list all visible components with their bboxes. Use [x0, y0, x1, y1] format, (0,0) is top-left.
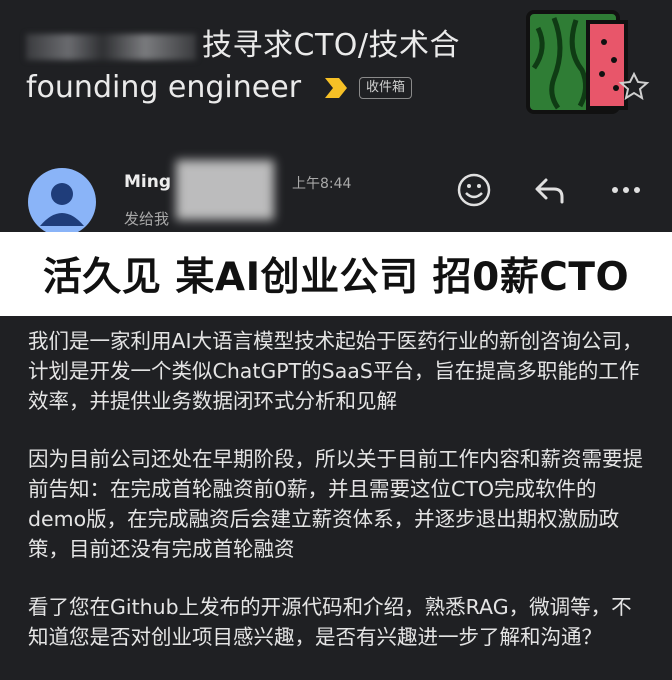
subject-text-1: 技寻求CTO/技术合 [202, 28, 460, 63]
banner-text: 活久见 某AI创业公司 招0薪CTO [42, 255, 630, 300]
sender-name[interactable]: Ming [124, 172, 171, 192]
body-paragraph-3: 看了您在Github上发布的开源代码和介绍，熟悉RAG，微调等，不知道您是否对创… [28, 595, 632, 649]
body-paragraph-2: 因为目前公司还处在早期阶段，所以关于目前工作内容和薪资需要提前告知：在完成首轮融… [28, 447, 643, 561]
body-paragraph-1: 我们是一家利用AI大语言模型技术起始于医药行业的新创咨询公司，计划是开发一个类似… [28, 329, 643, 413]
subject-text-2: founding engineer [26, 70, 302, 105]
person-icon [40, 183, 84, 226]
email-subject-line1: 技寻求CTO/技术合 [26, 20, 460, 64]
inbox-label-chip[interactable]: 收件箱 [359, 76, 413, 99]
sender-avatar[interactable] [28, 168, 96, 236]
redacted-sender [176, 160, 274, 220]
headline-banner: 活久见 某AI创业公司 招0薪CTO [0, 232, 672, 316]
email-subject-line2: founding engineer 收件箱 [26, 70, 413, 105]
important-marker-icon[interactable] [323, 76, 349, 100]
email-body: 我们是一家利用AI大语言模型技术起始于医药行业的新创咨询公司，计划是开发一个类似… [28, 326, 648, 680]
recipient-line[interactable]: 发给我 [124, 208, 169, 229]
redacted-text [26, 33, 196, 60]
email-time: 上午8:44 [292, 176, 352, 192]
reply-icon[interactable] [532, 172, 568, 208]
bottom-fade [0, 665, 672, 679]
emoji-icon[interactable] [456, 172, 492, 208]
watermelon-sticker-icon [526, 10, 650, 114]
more-icon[interactable] [608, 172, 644, 208]
